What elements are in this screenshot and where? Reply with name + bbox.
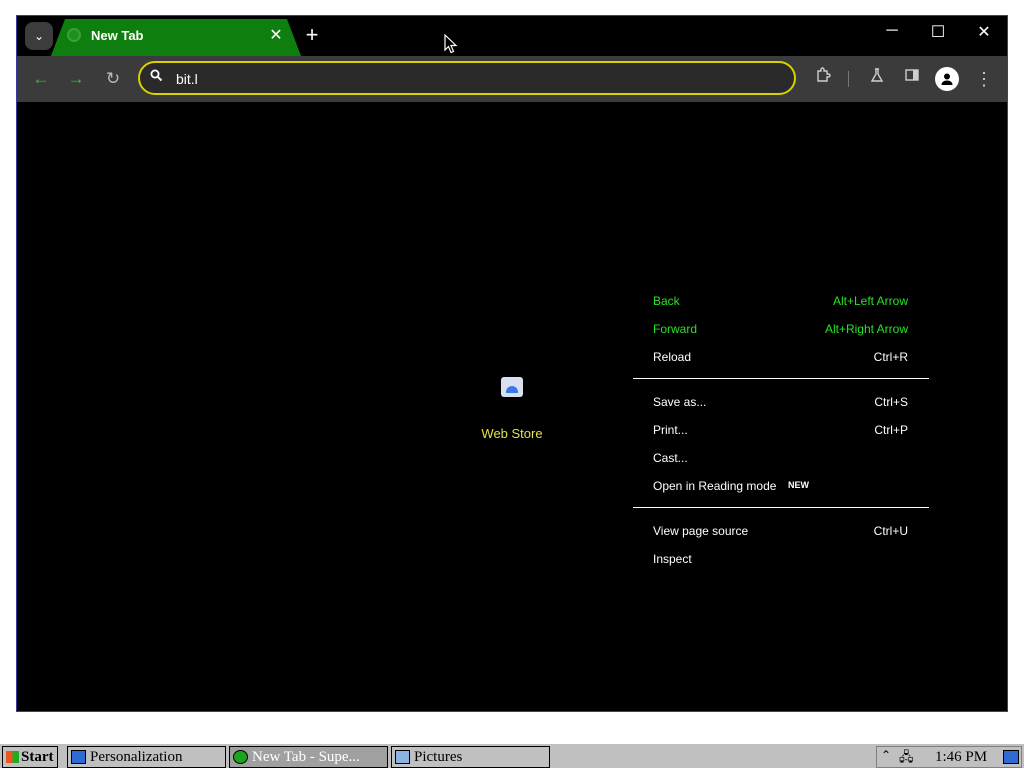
extensions-icon[interactable]	[811, 67, 835, 91]
menu-item-shortcut: Ctrl+S	[874, 395, 908, 409]
show-hidden-icons-icon[interactable]: ⌃	[881, 748, 891, 763]
monitor-icon	[71, 750, 86, 764]
taskbar-item-label: Pictures	[414, 749, 463, 765]
show-desktop-icon[interactable]	[1003, 750, 1019, 764]
windows-logo-icon	[6, 751, 19, 763]
browser-toolbar: ← → ↻ bit.l ⋮	[17, 56, 1007, 102]
profile-avatar-icon[interactable]	[935, 67, 959, 91]
start-label: Start	[21, 749, 54, 765]
taskbar-item-pictures[interactable]: Pictures	[391, 746, 550, 768]
menu-item-back[interactable]: Back Alt+Left Arrow	[633, 288, 929, 316]
menu-item-label: Cast...	[653, 451, 688, 465]
tab-search-button[interactable]: ⌄	[25, 22, 53, 50]
reload-button[interactable]: ↻	[101, 67, 125, 91]
system-tray: ⌃ 🖧 1:46 PM	[876, 746, 1022, 768]
taskbar-item-label: Personalization	[90, 749, 183, 765]
page-content[interactable]: Web Store Back Alt+Left Arrow Forward Al…	[17, 102, 1007, 711]
mouse-cursor-icon	[444, 34, 458, 54]
menu-item-reading-mode[interactable]: Open in Reading mode NEW	[633, 473, 929, 501]
labs-flask-icon[interactable]	[865, 67, 889, 91]
minimize-button[interactable]: ─	[881, 22, 903, 46]
taskbar-item-personalization[interactable]: Personalization	[67, 746, 226, 768]
taskbar-item-new-tab[interactable]: New Tab - Supe...	[229, 746, 388, 768]
taskbar: Start Personalization New Tab - Supe... …	[0, 742, 1024, 768]
menu-item-shortcut: Alt+Right Arrow	[824, 322, 908, 336]
back-button[interactable]: ←	[29, 67, 53, 91]
menu-item-print[interactable]: Print... Ctrl+P	[633, 417, 929, 445]
tab-title: New Tab	[91, 28, 144, 43]
menu-item-save-as[interactable]: Save as... Ctrl+S	[633, 389, 929, 417]
menu-item-view-source[interactable]: View page source Ctrl+U	[633, 518, 929, 546]
menu-item-label: Save as...	[653, 395, 707, 409]
menu-item-forward[interactable]: Forward Alt+Right Arrow	[633, 316, 929, 344]
menu-item-label: Open in Reading mode	[653, 479, 777, 493]
new-tab-button[interactable]: +	[301, 23, 323, 47]
menu-item-label: Print...	[653, 423, 688, 437]
menu-item-label: Forward	[653, 322, 698, 336]
tab-favicon-icon	[67, 28, 81, 42]
menu-item-label: Back	[653, 294, 680, 308]
web-store-shortcut-label[interactable]: Web Store	[467, 426, 557, 441]
window-close-button[interactable]: ✕	[973, 22, 995, 46]
menu-separator	[633, 507, 929, 508]
menu-item-shortcut: Alt+Left Arrow	[832, 294, 908, 308]
menu-item-shortcut: Ctrl+U	[873, 524, 908, 538]
menu-item-inspect[interactable]: Inspect	[633, 546, 929, 574]
start-button[interactable]: Start	[2, 746, 58, 768]
menu-item-label: Inspect	[653, 552, 692, 566]
clock[interactable]: 1:46 PM	[935, 749, 987, 766]
tab-close-button[interactable]: ✕	[267, 25, 285, 45]
tab-strip: ⌄ New Tab ✕ + ─ ☐ ✕	[17, 16, 1007, 56]
desktop: ⌄ New Tab ✕ + ─ ☐ ✕ ← → ↻ bit.l ⋮ Web St…	[0, 0, 1024, 768]
taskbar-item-label: New Tab - Supe...	[252, 749, 360, 765]
network-icon[interactable]: 🖧	[899, 748, 914, 768]
menu-item-shortcut: Ctrl+P	[874, 423, 908, 437]
maximize-button[interactable]: ☐	[927, 22, 949, 46]
web-store-icon[interactable]	[501, 377, 523, 397]
address-bar[interactable]: bit.l	[138, 61, 796, 95]
forward-button[interactable]: →	[64, 67, 88, 91]
search-icon	[150, 69, 163, 85]
folder-icon	[395, 750, 410, 764]
menu-item-label: Reload	[653, 350, 692, 364]
menu-item-shortcut: Ctrl+R	[873, 350, 908, 364]
menu-separator	[633, 378, 929, 379]
menu-item-cast[interactable]: Cast...	[633, 445, 929, 473]
browser-window: ⌄ New Tab ✕ + ─ ☐ ✕ ← → ↻ bit.l ⋮ Web St…	[16, 15, 1008, 712]
tab-new-tab[interactable]	[51, 19, 301, 56]
chevron-down-icon: ⌄	[33, 29, 45, 43]
address-input-value[interactable]: bit.l	[176, 71, 198, 87]
more-menu-icon[interactable]: ⋮	[972, 67, 996, 91]
toolbar-divider	[848, 71, 849, 87]
side-panel-icon[interactable]	[900, 67, 924, 91]
new-badge: NEW	[788, 480, 809, 490]
menu-item-label: View page source	[653, 524, 749, 538]
browser-icon	[233, 750, 248, 764]
menu-item-reload[interactable]: Reload Ctrl+R	[633, 344, 929, 372]
context-menu: Back Alt+Left Arrow Forward Alt+Right Ar…	[633, 288, 929, 578]
